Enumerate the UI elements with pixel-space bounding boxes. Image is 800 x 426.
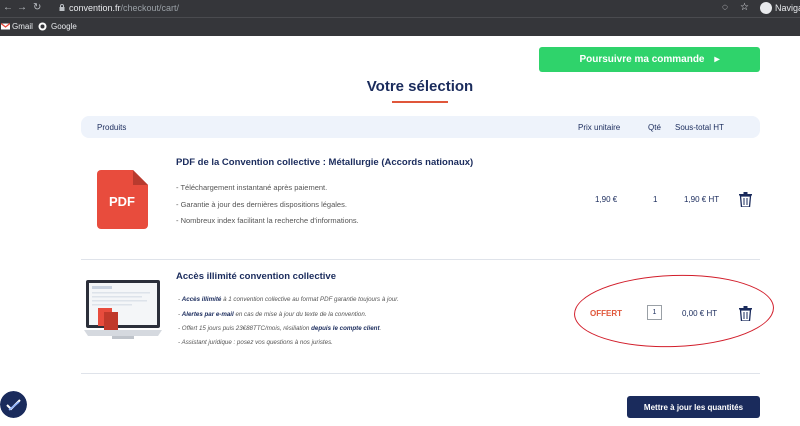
bookmark-google[interactable]: Google [51,22,77,31]
title-underline [392,101,448,103]
highlight-circle-annotation [572,271,776,351]
reload-icon[interactable]: ↻ [33,2,41,13]
continue-order-label: Poursuivre ma commande [579,54,705,65]
bullet-text: Assistant juridique : posez vos question… [181,339,333,346]
continue-order-button[interactable]: Poursuivre ma commande ▸ [539,47,760,72]
browser-toolbar: ← → ↻ convention.fr/checkout/cart/ ◌ ☆ N… [0,0,800,17]
table-header: Produits Prix unitaire Qté Sous-total HT [81,116,760,138]
subtotal: 1,90 € HT [684,195,720,204]
product-bullet: - Garantie à jour des dernières disposit… [176,200,347,209]
bookmark-gmail[interactable]: Gmail [12,22,33,31]
row-divider [81,259,760,260]
update-quantities-button[interactable]: Mettre à jour les quantités [627,396,760,418]
product-bullet: - Alertes par e-mail en cas de mise à jo… [178,311,367,318]
gmail-icon [1,23,10,30]
unit-price: 1,90 € [595,195,618,204]
bullet-bold: Accès illimité [181,296,222,303]
forward-icon[interactable]: → [17,2,27,13]
bullet-text: Offert 15 jours puis 23€88TTC/mois, rési… [181,325,312,332]
product-bullet: - Accès illimité à 1 convention collecti… [178,296,399,303]
product-bullet: - Téléchargement instantané après paieme… [176,183,328,192]
star-icon[interactable]: ☆ [740,2,749,13]
product-bullet: - Assistant juridique : posez vos questi… [178,339,333,346]
pdf-icon-label: PDF [109,194,135,209]
bullet-text: en cas de mise à jour du texte de la con… [233,311,367,318]
chevron-right-icon: ▸ [714,54,720,65]
header-products: Produits [97,123,127,132]
bookmarks-bar: Gmail Google [0,17,800,36]
chat-widget-icon[interactable] [0,391,27,418]
pdf-file-icon: PDF [97,170,148,229]
header-qty: Qté [648,123,661,132]
product-bullet: - Offert 15 jours puis 23€88TTC/mois, ré… [178,325,382,332]
profile-avatar[interactable] [760,2,772,14]
monitor-illustration [84,280,162,339]
bullet-text: à 1 convention collective au format PDF … [221,296,399,303]
product-title: PDF de la Convention collective : Métall… [176,157,474,168]
page-title: Votre sélection [366,78,474,95]
trash-icon[interactable] [739,192,752,207]
bullet-bold: depuis le compte client [311,325,380,332]
eye-off-icon[interactable]: ◌ [722,2,728,13]
google-icon [38,22,47,31]
product-title: Accès illimité convention collective [176,271,336,282]
url-path: /checkout/cart/ [120,3,180,13]
row-divider [81,373,760,374]
url-domain: convention.fr [69,3,121,13]
bullet-text: . [379,325,382,332]
header-unit-price: Prix unitaire [578,123,621,132]
lock-icon [59,4,65,11]
address-bar[interactable]: convention.fr/checkout/cart/ [69,3,179,13]
header-subtotal: Sous-total HT [675,123,724,132]
bullet-bold: Alertes par e-mail [181,311,234,318]
quantity: 1 [653,195,658,204]
back-icon[interactable]: ← [3,2,13,13]
product-bullet: - Nombreux index facilitant la recherche… [176,216,359,225]
profile-label: Naviga [775,3,800,13]
